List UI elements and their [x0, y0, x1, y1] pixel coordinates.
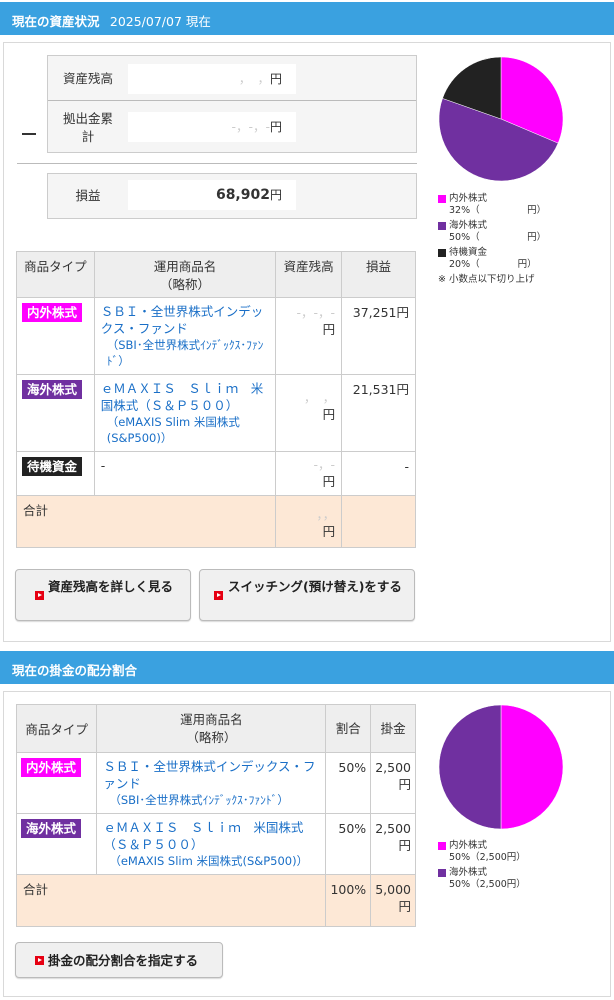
amount-cell: 2,500 円 [370, 813, 416, 875]
total-label: 合計 [15, 874, 327, 927]
type-badge: 内外株式 [22, 303, 83, 322]
total-ratio: 100% [325, 874, 372, 927]
table-row: 待機資金 - -，- 円 - [16, 451, 416, 496]
fund-link[interactable]: ｅＭＡＸＩＳ Ｓｌｉｍ 米国株式（Ｓ＆Ｐ５００） （eMAXIS Slim 米国株… [103, 820, 319, 869]
col-balance: 資産残高 [275, 251, 343, 298]
asset-status-header: 現在の資産状況 2025/07/07 現在 [0, 2, 614, 35]
legend-swatch [438, 842, 446, 850]
col-type: 商品タイプ [15, 704, 98, 753]
balance-cell: -，- 円 [275, 451, 343, 496]
total-amount: 5,000 円 [370, 874, 416, 927]
profit-value: 68,902円 [128, 180, 296, 210]
allocation-header-row: 商品タイプ 運用商品名 （略称） 割合 掛金 [15, 704, 416, 753]
allocation-pie-chart [438, 704, 564, 830]
balance-label: 資産残高 [62, 71, 113, 86]
legend-item-domestic: 内外株式 32%（ 円） [438, 193, 608, 217]
balance-cell: ， ，円 [275, 374, 343, 452]
legend-note: ※ 小数点以下切り上げ [438, 274, 535, 285]
profit-box: 損益 68,902円 [47, 173, 417, 219]
ratio-cell: 50% [325, 752, 372, 814]
balance-cell: -，-，- 円 [275, 297, 343, 375]
legend-swatch [438, 195, 446, 203]
total-label: 合計 [15, 495, 277, 548]
pl-cell: 37,251円 [341, 297, 416, 375]
asset-status-date: 2025/07/07 現在 [109, 14, 211, 29]
contrib-value: -，-，-円 [128, 112, 296, 142]
table-row: 海外株式 ｅＭＡＸＩＳ Ｓｌｉｍ 米国株式（Ｓ＆Ｐ５００） （eMAXIS Sli… [15, 813, 416, 875]
arrow-right-icon [214, 591, 223, 600]
allocation-table: 商品タイプ 運用商品名 （略称） 割合 掛金 内外株式 ＳＢＩ・全世界株式インデッ… [15, 704, 416, 927]
legend-item-overseas: 海外株式 50%（2,500円） [438, 867, 608, 891]
col-fund: 運用商品名 （略称） [93, 251, 277, 298]
table-row: 海外株式 ｅＭＡＸＩＳ Ｓｌｉｍ 米国株式（Ｓ＆Ｐ５００） （eMAXIS Sli… [16, 374, 416, 452]
type-badge: 海外株式 [21, 819, 82, 838]
fund-link[interactable]: ＳＢＩ・全世界株式インデックス・ファンド （SBI･全世界株式ｲﾝﾃﾞｯｸｽ･ﾌｧ… [101, 304, 269, 369]
allocation-title: 現在の掛金の配分割合 [12, 663, 138, 678]
asset-legend: 内外株式 32%（ 円） 海外株式 50%（ 円） 待機資金 20%（ 円） ※ 小数… [438, 193, 608, 286]
allocation-legend: 内外株式 50%（2,500円） 海外株式 50%（2,500円） [438, 840, 608, 894]
contrib-label: 拠出金累計 [62, 111, 113, 144]
ratio-cell: 50% [325, 813, 372, 875]
pie-slice-内外株式 [500, 704, 564, 830]
legend-swatch [438, 222, 446, 230]
switching-button[interactable]: スイッチング(預け替え)をする [199, 569, 415, 621]
total-balance: ，，円 [275, 495, 343, 548]
set-allocation-button[interactable]: 掛金の配分割合を指定する [15, 942, 223, 978]
pie-slice-海外株式 [438, 704, 502, 830]
col-pl: 損益 [341, 251, 416, 298]
legend-swatch [438, 249, 446, 257]
balance-row: 資産残高 ， ，円 [48, 62, 416, 96]
pl-cell: 21,531円 [341, 374, 416, 452]
allocation-header: 現在の掛金の配分割合 [0, 651, 614, 684]
pl-cell: - [341, 451, 416, 496]
table-row: 内外株式 ＳＢＩ・全世界株式インデックス・ファンド （SBI･全世界株式ｲﾝﾃﾞｯ… [16, 297, 416, 375]
col-type: 商品タイプ [16, 251, 95, 298]
equals-line [17, 163, 417, 164]
table-row: 内外株式 ＳＢＩ・全世界株式インデックス・ファンド （SBI･全世界株式ｲﾝﾃﾞｯ… [15, 752, 416, 814]
asset-detail-button[interactable]: 資産残高を詳しく見る [15, 569, 191, 621]
type-badge: 海外株式 [22, 380, 83, 399]
arrow-right-icon [35, 591, 44, 600]
balance-value: ， ，円 [128, 64, 296, 94]
asset-status-panel: 資産残高 ， ，円 拠出金累計 -，-，-円 損益 68,902円 内外株式 32… [3, 42, 611, 642]
fund-link[interactable]: ＳＢＩ・全世界株式インデックス・ファンド （SBI･全世界株式ｲﾝﾃﾞｯｸｽ･ﾌｧ… [103, 759, 319, 808]
profit-label: 損益 [75, 188, 101, 203]
profit-row: 損益 68,902円 [48, 180, 416, 212]
allocation-panel: 商品タイプ 運用商品名 （略称） 割合 掛金 内外株式 ＳＢＩ・全世界株式インデッ… [3, 691, 611, 997]
amount-cell: 2,500 円 [370, 752, 416, 814]
summary-divider [48, 100, 416, 101]
type-badge: 内外株式 [21, 758, 82, 777]
col-fund: 運用商品名 （略称） [96, 704, 327, 753]
col-amount: 掛金 [370, 704, 416, 753]
holdings-table: 商品タイプ 運用商品名 （略称） 資産残高 損益 内外株式 ＳＢＩ・全世界株式イン… [15, 251, 416, 548]
legend-item-overseas: 海外株式 50%（ 円） [438, 220, 608, 244]
balance-summary-box: 資産残高 ， ，円 拠出金累計 -，-，-円 [47, 55, 417, 153]
asset-status-title: 現在の資産状況 [12, 14, 100, 29]
total-row: 合計 ，，円 [15, 495, 416, 548]
legend-item-domestic: 内外株式 50%（2,500円） [438, 840, 608, 864]
total-row: 合計 100% 5,000 円 [15, 874, 416, 927]
asset-pie-chart [438, 56, 564, 182]
col-ratio: 割合 [325, 704, 372, 753]
contrib-row: 拠出金累計 -，-，-円 [48, 108, 416, 148]
legend-swatch [438, 869, 446, 877]
fund-link[interactable]: ｅＭＡＸＩＳ Ｓｌｉｍ 米国株式（Ｓ＆Ｐ５００） （eMAXIS Slim 米国株… [101, 381, 269, 446]
legend-item-standby: 待機資金 20%（ 円） [438, 247, 608, 271]
fund-cell: - [93, 451, 277, 496]
type-badge: 待機資金 [22, 457, 83, 476]
holdings-header-row: 商品タイプ 運用商品名 （略称） 資産残高 損益 [16, 251, 416, 298]
arrow-right-icon [35, 956, 44, 965]
minus-sign [22, 133, 36, 135]
